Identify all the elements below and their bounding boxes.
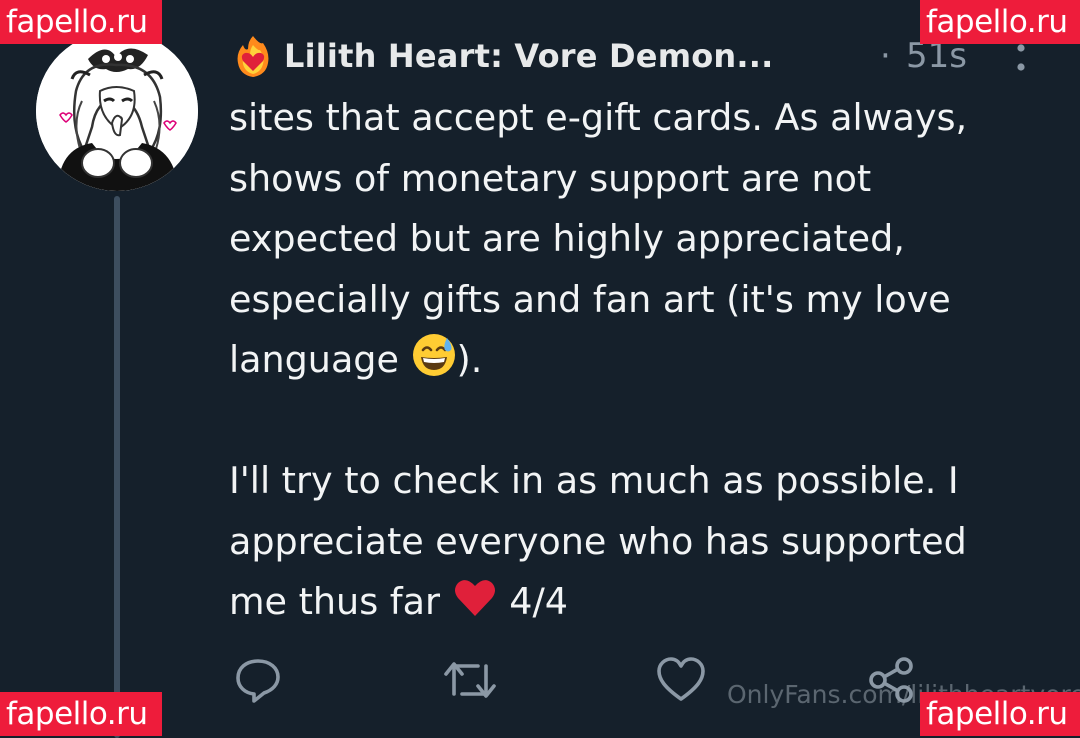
tweet-line-text: ).: [456, 338, 483, 381]
tweet-line-text: 4/4: [497, 580, 568, 623]
grinning-sweat-emoji: [412, 334, 455, 376]
tweet-line: sites that accept e-gift cards. As alway…: [229, 96, 968, 139]
watermark-badge-top-left: fapello.ru: [0, 0, 162, 44]
display-name[interactable]: Lilith Heart: Vore Demon...: [284, 37, 773, 75]
tweet-line-text: language: [229, 338, 411, 381]
thread-line: [114, 196, 120, 738]
tweet-line: me thus far 4/4: [229, 572, 1059, 633]
tweet-line: especially gifts and fan art (it's my lo…: [229, 277, 951, 321]
tweet-line-text: me thus far: [229, 580, 452, 623]
fire-heart-emoji: [237, 36, 269, 77]
tweet-line: language ).: [229, 330, 1059, 391]
more-vertical-icon[interactable]: [1008, 40, 1034, 80]
retweet-icon[interactable]: [444, 656, 496, 704]
tweet-line: appreciate everyone who has supported: [229, 519, 967, 563]
red-heart-emoji: [454, 580, 495, 616]
avatar[interactable]: [36, 31, 198, 191]
separator-dot: ·: [880, 36, 891, 76]
watermark-badge-bottom-left: fapello.ru: [0, 692, 162, 736]
tweet-line: I'll try to check in as much as possible…: [229, 459, 959, 502]
heart-icon[interactable]: [656, 656, 706, 704]
watermark-badge-bottom-right: fapello.ru: [920, 692, 1080, 736]
tweet-line: shows of monetary support are not: [229, 156, 872, 200]
tweet-text: sites that accept e-gift cards. As alway…: [229, 88, 1059, 633]
reply-icon[interactable]: [234, 656, 282, 704]
tweet-header: Lilith Heart: Vore Demon...: [230, 30, 773, 82]
watermark-badge-top-right: fapello.ru: [920, 0, 1080, 44]
tweet-line: expected but are highly appreciated,: [229, 217, 905, 260]
avatar-illustration: [36, 31, 198, 191]
